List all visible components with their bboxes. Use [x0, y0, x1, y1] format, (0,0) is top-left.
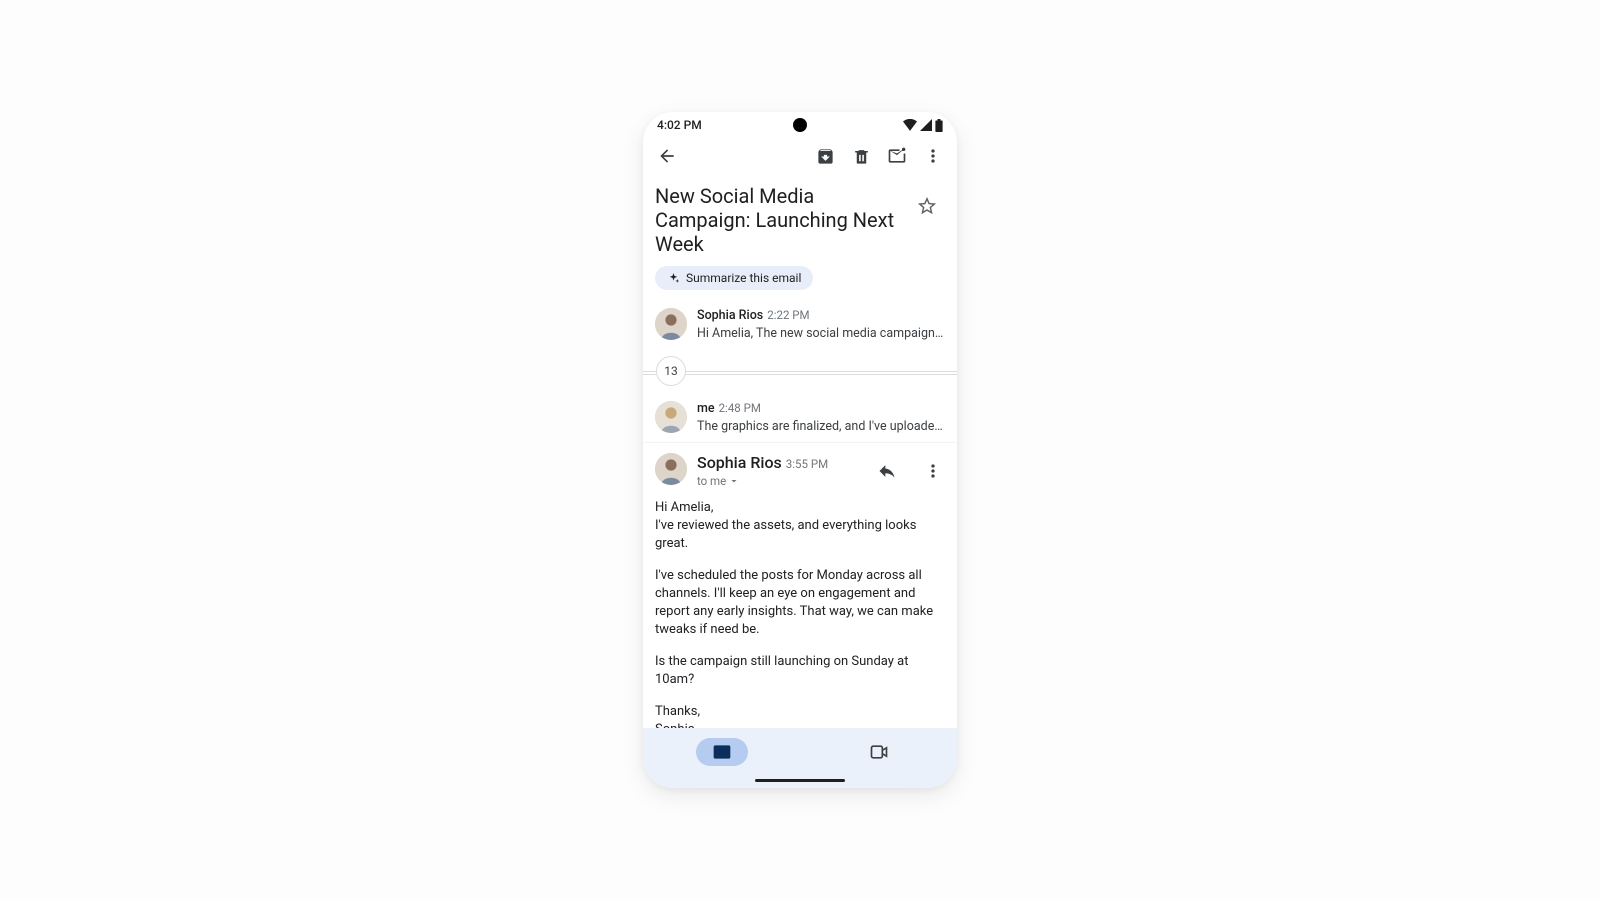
- reply-icon: [877, 461, 897, 481]
- thread-collapsed-sep[interactable]: 13: [643, 355, 957, 387]
- star-button[interactable]: [909, 188, 945, 224]
- msg-snippet: Hi Amelia, The new social media campaign…: [697, 326, 945, 341]
- summarize-label: Summarize this email: [686, 271, 801, 285]
- archive-icon: [816, 147, 835, 166]
- mail-icon: [712, 742, 732, 762]
- thread-count: 13: [656, 356, 686, 386]
- msg-sender: Sophia Rios: [697, 453, 782, 472]
- battery-icon: [935, 119, 943, 132]
- status-bar: 4:02 PM: [643, 112, 957, 134]
- mark-unread-button[interactable]: [879, 138, 915, 174]
- video-icon: [869, 742, 889, 762]
- home-indicator[interactable]: [755, 779, 845, 782]
- more-button[interactable]: [915, 138, 951, 174]
- back-button[interactable]: [649, 138, 685, 174]
- msg-time: 2:22 PM: [767, 308, 809, 322]
- message-collapsed[interactable]: Sophia Rios 2:22 PM Hi Amelia, The new s…: [643, 300, 957, 349]
- more-vert-icon: [923, 461, 943, 481]
- message-body: Hi Amelia, I've reviewed the assets, and…: [643, 489, 957, 728]
- more-vert-icon: [923, 146, 943, 166]
- phone-frame: 4:02 PM New Social Media Campaign: Launc: [643, 112, 957, 788]
- subject-row: New Social Media Campaign: Launching Nex…: [643, 178, 957, 256]
- archive-button[interactable]: [807, 138, 843, 174]
- bottom-nav: [643, 728, 957, 788]
- signal-icon: [920, 119, 932, 131]
- avatar: [655, 401, 687, 433]
- chevron-down-icon: [728, 475, 740, 487]
- recipient-line[interactable]: to me: [697, 474, 859, 488]
- sparkle-icon: [667, 272, 680, 285]
- summarize-chip[interactable]: Summarize this email: [655, 266, 813, 290]
- app-bar: [643, 134, 957, 178]
- message-expanded-header[interactable]: Sophia Rios 3:55 PM to me: [643, 443, 957, 489]
- status-time: 4:02 PM: [657, 118, 702, 132]
- msg-sender: me: [697, 401, 715, 416]
- msg-time: 2:48 PM: [719, 401, 761, 415]
- mail-unread-icon: [887, 146, 907, 166]
- message-collapsed[interactable]: me 2:48 PM The graphics are finalized, a…: [643, 393, 957, 442]
- nav-meet[interactable]: [800, 738, 957, 766]
- avatar: [655, 453, 687, 485]
- avatar-icon: [655, 401, 687, 433]
- avatar-icon: [655, 308, 687, 340]
- msg-time: 3:55 PM: [786, 457, 828, 471]
- msg-snippet: The graphics are finalized, and I've upl…: [697, 419, 945, 434]
- star-outline-icon: [916, 195, 938, 217]
- avatar-icon: [655, 453, 687, 485]
- msg-sender: Sophia Rios: [697, 308, 763, 323]
- wifi-icon: [903, 119, 917, 131]
- nav-mail[interactable]: [643, 738, 800, 766]
- camera-dot: [793, 118, 807, 132]
- message-more-button[interactable]: [915, 453, 951, 489]
- delete-button[interactable]: [843, 138, 879, 174]
- reply-button[interactable]: [869, 453, 905, 489]
- content-scroll[interactable]: New Social Media Campaign: Launching Nex…: [643, 178, 957, 728]
- arrow-left-icon: [657, 146, 677, 166]
- avatar: [655, 308, 687, 340]
- trash-icon: [852, 147, 871, 166]
- status-icons: [903, 119, 943, 132]
- email-subject: New Social Media Campaign: Launching Nex…: [655, 184, 901, 256]
